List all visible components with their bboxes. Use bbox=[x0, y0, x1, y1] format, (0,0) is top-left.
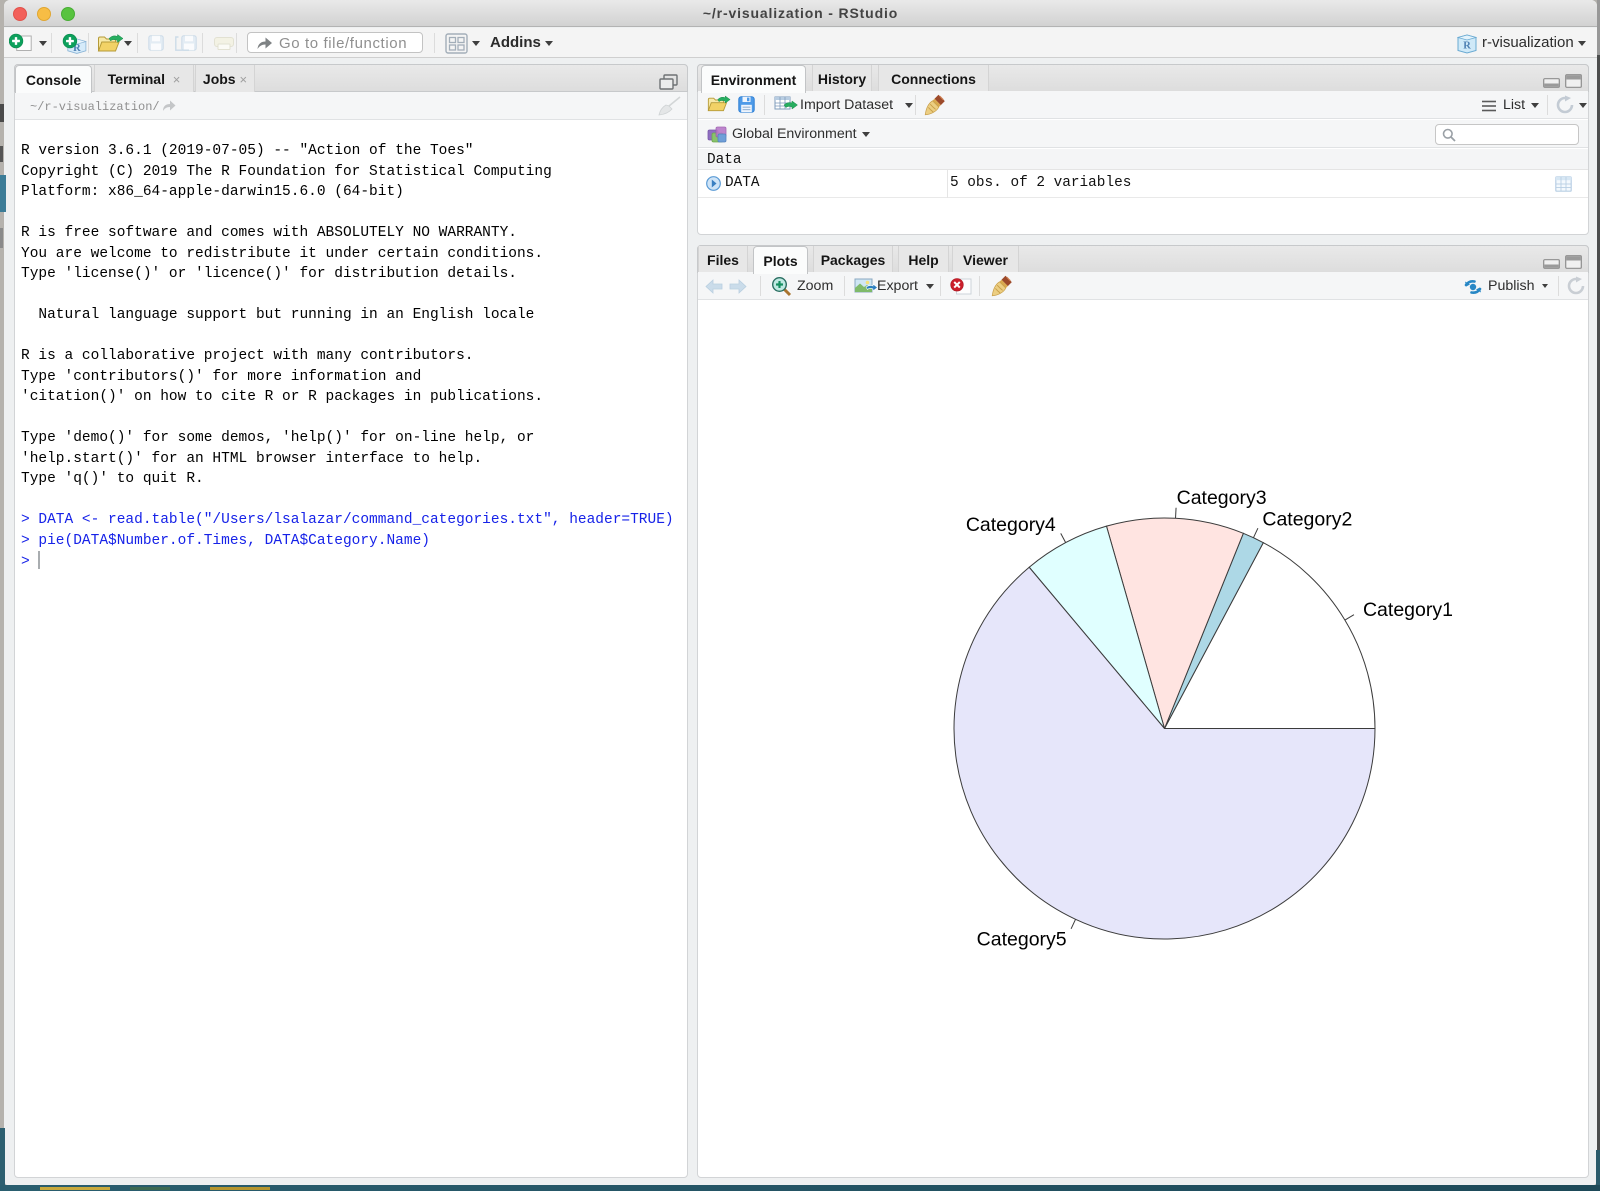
svg-text:Category2: Category2 bbox=[1262, 509, 1352, 531]
svg-text:Category3: Category3 bbox=[1177, 487, 1267, 509]
svg-text:Category1: Category1 bbox=[1363, 599, 1453, 621]
svg-text:Category5: Category5 bbox=[977, 928, 1067, 950]
svg-text:R: R bbox=[1463, 41, 1471, 52]
svg-text:Category4: Category4 bbox=[966, 514, 1056, 536]
